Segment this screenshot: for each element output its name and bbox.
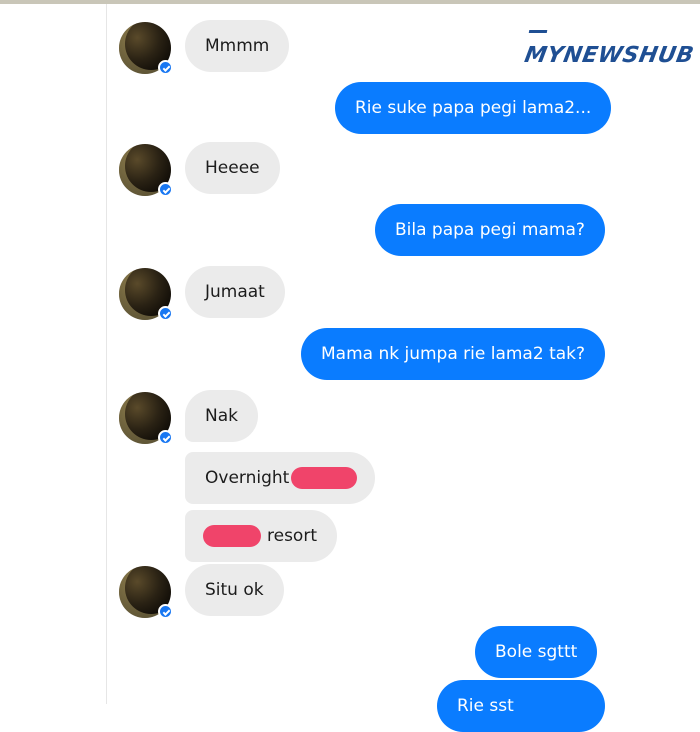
incoming-message[interactable]: Mmmm <box>185 20 290 72</box>
messenger-badge-icon <box>158 604 173 619</box>
outgoing-message[interactable]: Bole sgttt <box>475 626 598 678</box>
avatar[interactable] <box>119 566 173 619</box>
avatar[interactable] <box>119 268 173 321</box>
avatar[interactable] <box>119 22 173 75</box>
incoming-message[interactable]: Situ ok <box>185 564 284 616</box>
incoming-message[interactable]: Jumaat <box>185 266 285 318</box>
watermark-logo: MYNEWSHUB <box>523 18 700 68</box>
message-text: resort <box>267 526 317 546</box>
outgoing-message[interactable]: Mama nk jumpa rie lama2 tak? <box>301 328 606 380</box>
message-text: Overnight <box>205 468 290 488</box>
redaction-mark <box>291 467 358 489</box>
incoming-message[interactable]: resort <box>185 510 337 562</box>
outgoing-message[interactable]: Bila papa pegi mama? <box>375 204 605 256</box>
incoming-message[interactable]: Overnight <box>185 452 376 504</box>
messenger-badge-icon <box>158 60 173 75</box>
incoming-message[interactable]: Heeee <box>185 142 280 194</box>
messenger-badge-icon <box>158 306 173 321</box>
messenger-badge-icon <box>158 182 173 197</box>
message-thread[interactable]: MYNEWSHUB Mmmm Rie suke papa pegi lama2.… <box>107 4 696 732</box>
right-margin <box>639 4 700 704</box>
avatar[interactable] <box>119 144 173 197</box>
outgoing-message[interactable]: Rie sst <box>437 680 605 732</box>
left-margin <box>0 4 107 704</box>
redaction-mark <box>203 525 261 547</box>
outgoing-message[interactable]: Rie suke papa pegi lama2... <box>335 82 612 134</box>
incoming-message[interactable]: Nak <box>185 390 258 442</box>
messenger-badge-icon <box>158 430 173 445</box>
avatar[interactable] <box>119 392 173 445</box>
